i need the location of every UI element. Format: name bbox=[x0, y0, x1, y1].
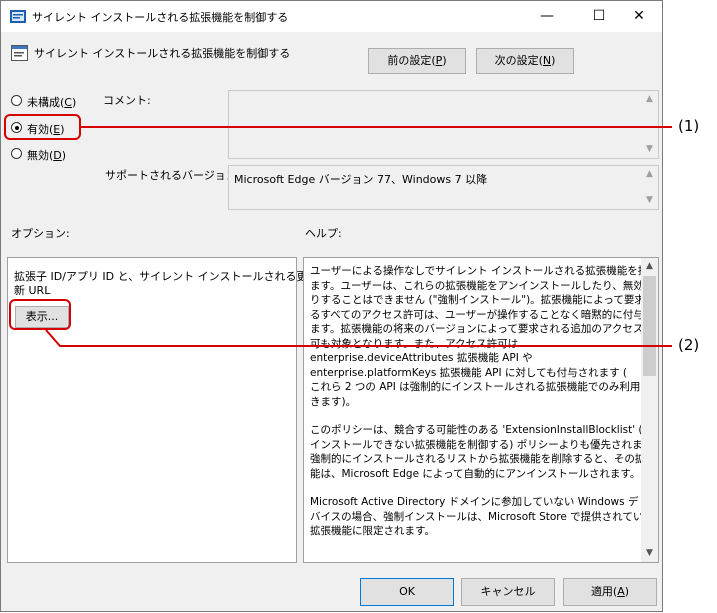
help-line: るすべてのアクセス許可は、ユーザーが操作することなく暗黙的に付与され bbox=[310, 308, 659, 321]
help-paragraph: ユーザーによる操作なしでサイレント インストールされる拡張機能を指定し ます。ユー… bbox=[310, 264, 659, 409]
help-line: 強制的にインストールされるリストから拡張機能を削除すると、その拡張機 bbox=[310, 453, 659, 465]
help-line: ユーザーによる操作なしでサイレント インストールされる拡張機能を指定し bbox=[310, 265, 659, 277]
callout-box-show bbox=[9, 299, 71, 330]
help-line: 能は、Microsoft Edge によって自動的にアンインストールされます。 bbox=[310, 467, 641, 480]
help-text: ユーザーによる操作なしでサイレント インストールされる拡張機能を指定し ます。ユー… bbox=[310, 264, 659, 553]
help-line: ます。ユーザーは、これらの拡張機能をアンインストールしたり、無効にした bbox=[310, 279, 659, 292]
comment-label: コメント: bbox=[103, 94, 151, 107]
scroll-up-icon[interactable]: ▲ bbox=[641, 166, 658, 183]
close-button[interactable]: ✕ bbox=[616, 1, 662, 32]
help-line: 可も対象となります。また、アクセス許可は bbox=[310, 337, 519, 350]
scroll-down-icon[interactable]: ▼ bbox=[641, 192, 658, 209]
scroll-down-icon[interactable]: ▼ bbox=[641, 141, 658, 158]
supported-label: サポートされるバージョン: bbox=[105, 169, 241, 182]
supported-value: Microsoft Edge バージョン 77、Windows 7 以降 bbox=[234, 173, 488, 186]
help-line: インストールできない拡張機能を制御する) ポリシーよりも優先されます。 bbox=[310, 438, 659, 451]
window-title: サイレント インストールされる拡張機能を制御する bbox=[32, 11, 289, 24]
comment-field[interactable]: ▲ ▼ bbox=[228, 90, 659, 159]
apply-button[interactable]: 適用(A) bbox=[563, 578, 657, 606]
callout-label-2: (2) bbox=[678, 336, 700, 354]
options-label: オプション: bbox=[11, 227, 70, 240]
help-line: りすることはできません ("強制インストール")。拡張機能によって要求され bbox=[310, 294, 659, 306]
policy-name: サイレント インストールされる拡張機能を制御する bbox=[34, 47, 291, 60]
next-setting-button[interactable]: 次の設定(N) bbox=[476, 48, 574, 74]
help-line: バイスの場合、強制インストールは、Microsoft Store で提供されてい… bbox=[310, 510, 654, 523]
help-paragraph: このポリシーは、競合する可能性のある 'ExtensionInstallBloc… bbox=[310, 423, 659, 481]
policy-icon bbox=[10, 10, 26, 23]
minimize-button[interactable]: — bbox=[524, 1, 570, 32]
options-description-line2: 新 URL bbox=[14, 284, 51, 297]
scroll-up-icon[interactable]: ▲ bbox=[641, 258, 658, 275]
title-bar[interactable]: サイレント インストールされる拡張機能を制御する — ☐ ✕ bbox=[1, 1, 662, 32]
radio-circle bbox=[11, 148, 22, 159]
policy-page-icon bbox=[11, 45, 28, 61]
radio-circle bbox=[11, 95, 22, 106]
callout-label-1: (1) bbox=[678, 117, 700, 135]
scroll-thumb[interactable] bbox=[643, 276, 656, 376]
help-line: enterprise.deviceAttributes 拡張機能 API や bbox=[310, 352, 533, 364]
help-scrollbar[interactable]: ▲ ▼ bbox=[641, 258, 658, 562]
options-description-line1: 拡張子 ID/アプリ ID と、サイレント インストールされる更 bbox=[14, 270, 308, 283]
scroll-up-icon[interactable]: ▲ bbox=[641, 91, 658, 108]
help-line: 拡張機能に限定されます。 bbox=[310, 525, 435, 537]
help-line: Microsoft Active Directory ドメインに参加していない … bbox=[310, 496, 639, 508]
help-line: これら 2 つの API は強制的にインストールされる拡張機能でのみ利用で bbox=[310, 381, 651, 393]
help-line: このポリシーは、競合する可能性のある 'ExtensionInstallBloc… bbox=[310, 424, 643, 436]
supported-field: Microsoft Edge バージョン 77、Windows 7 以降 ▲ ▼ bbox=[228, 165, 659, 210]
cancel-button[interactable]: キャンセル bbox=[461, 578, 555, 606]
help-paragraph: Microsoft Active Directory ドメインに参加していない … bbox=[310, 495, 654, 539]
help-panel[interactable]: ユーザーによる操作なしでサイレント インストールされる拡張機能を指定し ます。ユー… bbox=[303, 257, 659, 563]
help-line: enterprise.platformKeys 拡張機能 API に対しても付与… bbox=[310, 366, 628, 379]
policy-dialog: サイレント インストールされる拡張機能を制御する — ☐ ✕ サイレント インス… bbox=[0, 0, 663, 612]
help-line: ます。拡張機能の将来のバージョンによって要求される追加のアクセス許 bbox=[310, 323, 654, 335]
scroll-down-icon[interactable]: ▼ bbox=[641, 545, 658, 562]
callout-box-enabled bbox=[4, 114, 81, 140]
prev-setting-button[interactable]: 前の設定(P) bbox=[368, 48, 466, 74]
ok-button[interactable]: OK bbox=[360, 578, 454, 606]
help-label: ヘルプ: bbox=[305, 227, 342, 240]
help-line: きます)。 bbox=[310, 395, 357, 408]
